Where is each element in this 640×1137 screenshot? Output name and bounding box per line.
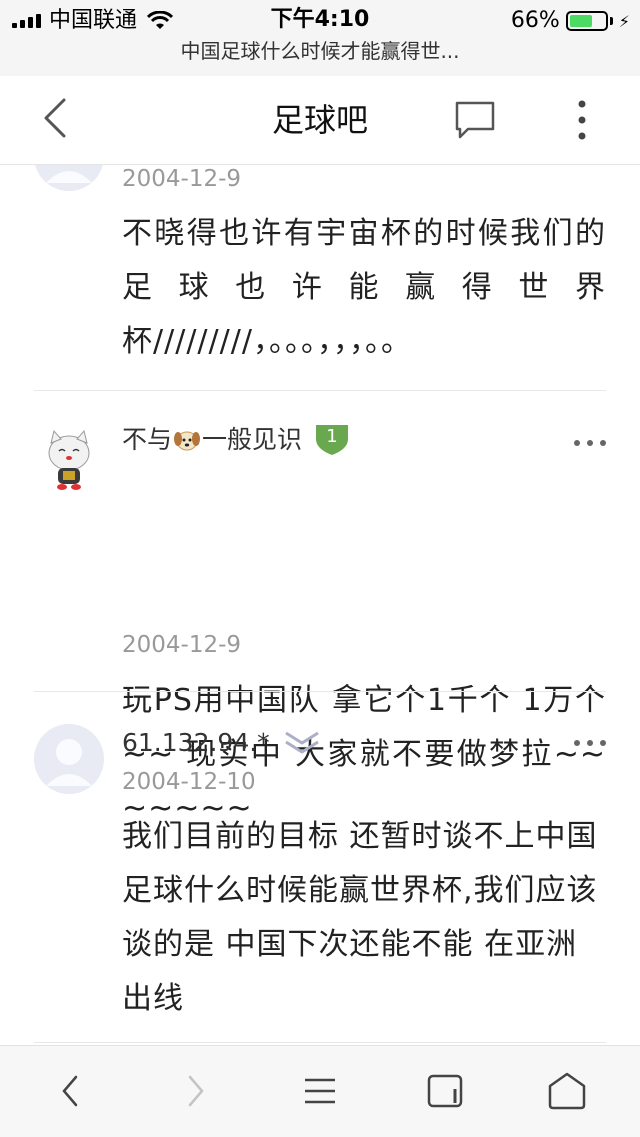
avatar[interactable] bbox=[34, 165, 104, 191]
comment-icon[interactable] bbox=[454, 100, 496, 140]
menu-icon[interactable] bbox=[296, 1068, 344, 1114]
post-text: 我们目前的目标 还暂时谈不上中国足球什么时候能赢世界杯,我们应该谈的是 中国下次… bbox=[122, 819, 598, 1016]
post-item: 61.132.94.* 2004-12-10 我们目前的目标 还暂时谈不上中国足… bbox=[0, 692, 640, 1042]
battery-fill bbox=[569, 15, 592, 27]
charging-bolt-icon: ⚡ bbox=[618, 11, 630, 31]
divider bbox=[34, 1042, 606, 1043]
post-date: 2004-12-10 bbox=[122, 769, 256, 795]
double-chevron-down-icon bbox=[284, 731, 319, 754]
status-right: 66% ⚡ bbox=[511, 8, 630, 34]
dog-emoji-icon bbox=[174, 431, 201, 451]
post-text: 不晓得也许有宇宙杯的时候我们的足球也许能赢得世界杯/////////，。。。，，… bbox=[122, 216, 606, 359]
browser-toolbar bbox=[0, 1045, 640, 1137]
default-avatar-icon bbox=[46, 739, 92, 786]
avatar[interactable] bbox=[34, 724, 104, 794]
post-more-icon[interactable] bbox=[574, 440, 606, 448]
post-item: 2004-12-9 不晓得也许有宇宙杯的时候我们的足球也许能赢得世界杯/////… bbox=[0, 165, 640, 391]
back-arrow-icon[interactable] bbox=[46, 1068, 94, 1114]
post-feed: 2004-12-9 不晓得也许有宇宙杯的时候我们的足球也许能赢得世界杯/////… bbox=[0, 165, 640, 1045]
nav-bar: 足球吧 bbox=[0, 76, 640, 165]
battery-cap bbox=[609, 17, 613, 25]
forward-arrow-icon[interactable] bbox=[172, 1068, 220, 1114]
tabs-icon[interactable] bbox=[420, 1068, 470, 1114]
post-date: 2004-12-9 bbox=[122, 166, 242, 192]
default-avatar-icon bbox=[46, 171, 92, 183]
username-ip: 61.132.94.* bbox=[122, 728, 270, 757]
post-more-icon[interactable] bbox=[574, 740, 606, 748]
battery-percent: 66% bbox=[510, 8, 560, 33]
post-date: 2004-12-9 bbox=[122, 632, 242, 658]
lucky-cat-avatar-icon bbox=[48, 429, 90, 490]
status-bar: 中国联通 下午4:10 66% ⚡ bbox=[0, 0, 640, 40]
post-item: 不与 一般见识 1 2004-12-9 玩PS用中国队 拿它个1千个 1万个 ~… bbox=[0, 391, 640, 826]
username-suffix: 一般见识 bbox=[202, 425, 303, 454]
level-number: 1 bbox=[326, 426, 338, 447]
home-icon[interactable] bbox=[542, 1068, 592, 1114]
post-username[interactable]: 61.132.94.* bbox=[122, 727, 320, 759]
battery-icon bbox=[565, 11, 608, 31]
page-title: 足球吧 bbox=[271, 101, 368, 139]
level-badge: 1 bbox=[314, 423, 350, 457]
post-username[interactable]: 不与 一般见识 1 bbox=[122, 423, 350, 457]
avatar[interactable] bbox=[34, 425, 104, 495]
username-prefix: 不与 bbox=[122, 425, 173, 454]
more-vertical-icon[interactable] bbox=[570, 98, 594, 142]
page-url-title[interactable]: 中国足球什么时候才能赢得世... bbox=[0, 38, 640, 64]
